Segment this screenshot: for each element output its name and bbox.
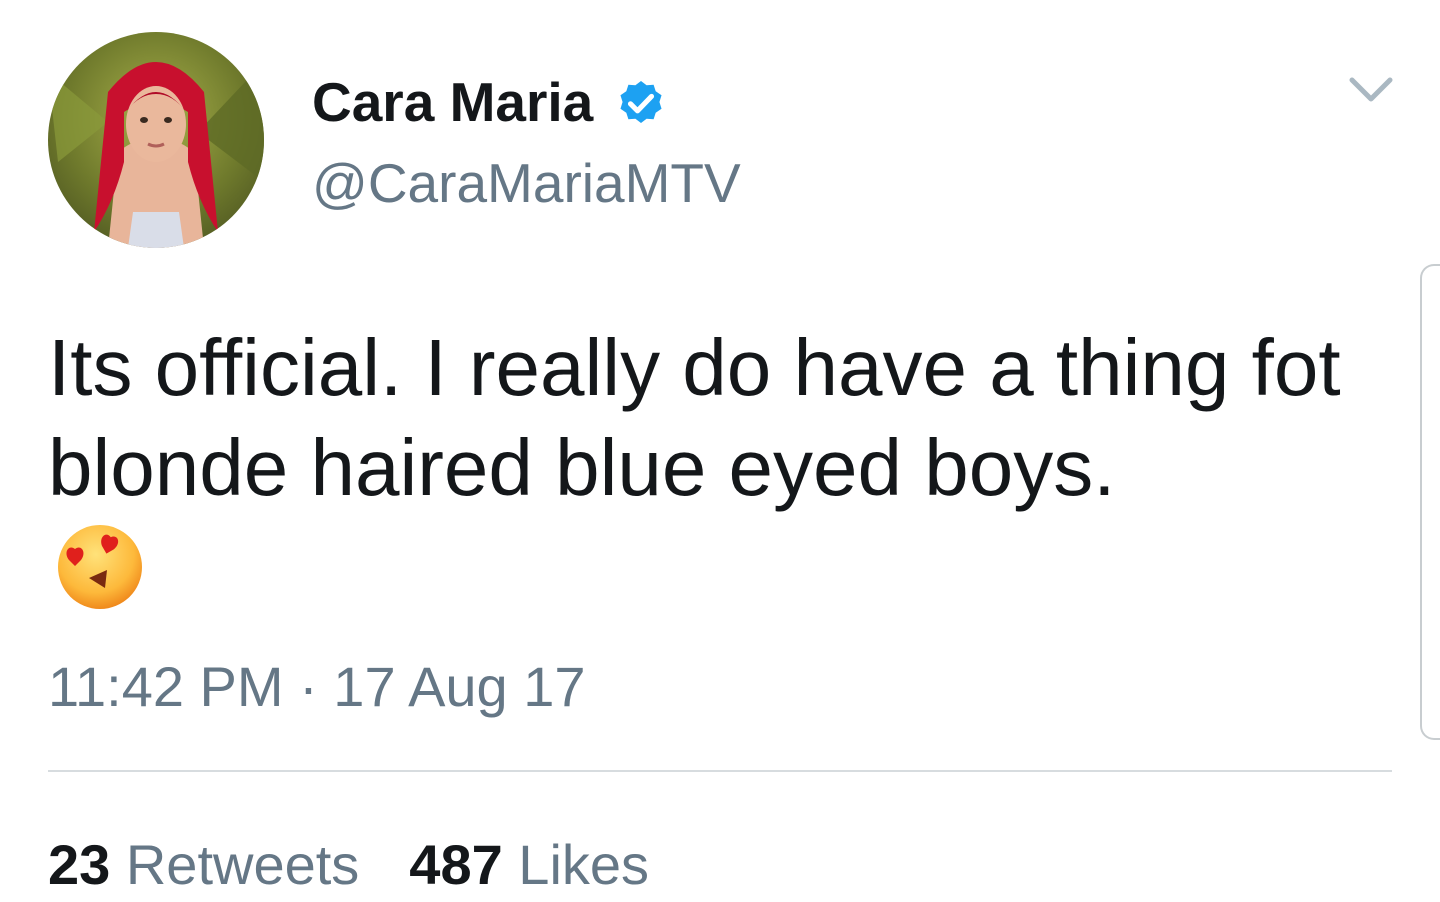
heart-eyes-emoji-icon (55, 522, 145, 612)
retweets-stat[interactable]: 23 Retweets (48, 830, 359, 900)
retweets-count: 23 (48, 833, 111, 896)
likes-count: 487 (409, 833, 503, 896)
chevron-down-icon[interactable] (1348, 74, 1394, 106)
retweets-label: Retweets (125, 833, 360, 896)
author-display-name[interactable]: Cara Maria (312, 66, 669, 138)
author-handle[interactable]: @CaraMariaMTV (312, 148, 741, 218)
divider (48, 770, 1392, 772)
tweet-detail: Cara Maria @CaraMariaMTV Its official. I… (0, 0, 1440, 902)
avatar[interactable] (48, 32, 264, 248)
tweet-text: Its official. I really do have a thing f… (48, 323, 1341, 512)
avatar-image (48, 32, 264, 248)
likes-stat[interactable]: 487 Likes (409, 830, 649, 900)
scrollbar-handle[interactable] (1420, 264, 1440, 740)
verified-badge-icon (613, 74, 669, 130)
likes-label: Likes (518, 833, 650, 896)
tweet-stats: 23 Retweets 487 Likes (48, 830, 699, 900)
author-name-text: Cara Maria (312, 71, 594, 133)
tweet-timestamp[interactable]: 11:42 PM · 17 Aug 17 (48, 652, 586, 722)
